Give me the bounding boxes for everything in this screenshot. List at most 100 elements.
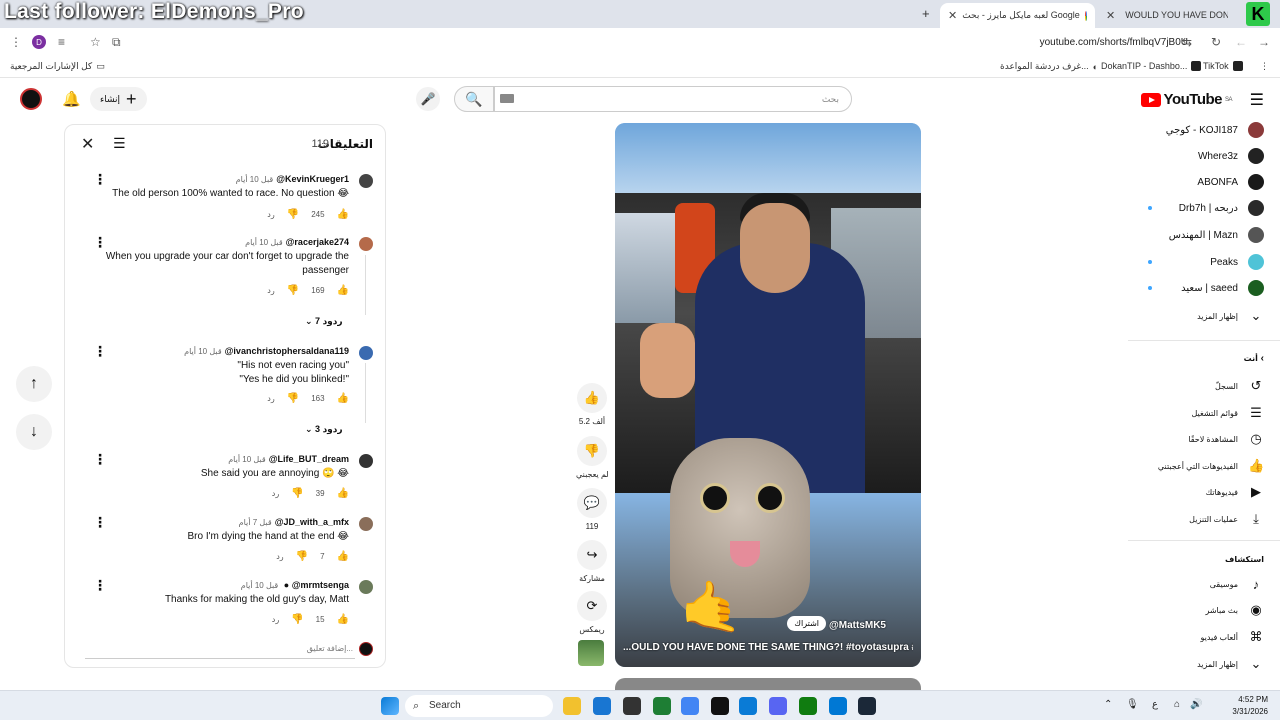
sidebar-item[interactable]: السجلّ ↺ (1215, 376, 1264, 396)
bookmark-tiktok[interactable]: TikTok (1203, 61, 1243, 71)
previous-short-button[interactable]: ↑ (16, 366, 52, 402)
dislike-icon[interactable]: 👎 (577, 436, 607, 466)
more-options-icon[interactable]: ⋮ (93, 171, 107, 188)
url-text[interactable]: youtube.com/shorts/fmlbqV7jB0U (1040, 37, 1188, 48)
clock[interactable]: 4:52 PM 3/31/2026 (1232, 694, 1268, 718)
bookmark-dating-rooms[interactable]: غرف دردشة المواعدة... ◐ (1000, 61, 1098, 72)
subscription-item[interactable]: Drb7h | دربحه (1179, 198, 1264, 218)
account-avatar[interactable] (20, 88, 42, 110)
reply-button[interactable]: رد (267, 394, 274, 403)
dislike-icon[interactable]: 👎 (291, 614, 303, 625)
network-icon[interactable]: ⌂ (1174, 699, 1180, 710)
close-tab-icon[interactable]: ✕ (1106, 9, 1115, 22)
language-icon[interactable]: ع (1152, 699, 1158, 710)
dislike-icon[interactable]: 👎 (296, 551, 308, 562)
tab-youtube[interactable]: ✕ WOULD YOU HAVE DONE (1098, 4, 1228, 26)
forward-icon[interactable]: ← (1235, 35, 1247, 49)
reading-list-icon[interactable]: ≡ (58, 35, 65, 49)
site-settings-icon[interactable]: ⇆ (1182, 35, 1192, 49)
reply-button[interactable]: رد (267, 210, 274, 219)
edge-icon[interactable] (739, 697, 757, 715)
reply-button[interactable]: رد (272, 615, 279, 624)
kick-app-icon[interactable]: K (1246, 2, 1270, 26)
remix-icon[interactable]: ⟳ (577, 591, 607, 621)
comment-author[interactable]: قبل 10 أيام @Life_BUT_dream (228, 454, 349, 464)
profile-avatar[interactable]: D (32, 35, 46, 49)
comment-author[interactable]: قبل 10 أيام @ivanchristophersaldana119 (184, 346, 349, 356)
subscription-item[interactable]: سعيد | saeed (1181, 278, 1264, 298)
video-title[interactable]: ...OULD YOU HAVE DONE THE SAME THING?! #… (623, 642, 913, 653)
tab-google-search[interactable]: ✕ لعبه مايكل مايرز - بحث Google (940, 3, 1095, 28)
search-input[interactable]: بحث (494, 86, 852, 112)
comment-avatar[interactable] (359, 580, 373, 594)
like-icon[interactable]: 👍 (577, 383, 607, 413)
like-icon[interactable]: 👍 (337, 551, 349, 562)
create-button[interactable]: إنشاء + (90, 87, 147, 111)
subscription-item[interactable]: المهندس | Mazn (1169, 225, 1264, 245)
hamburger-menu-icon[interactable]: ☰ (1250, 90, 1264, 110)
like-icon[interactable]: 👍 (337, 209, 349, 220)
all-bookmarks-folder[interactable]: كل الإشارات المرجعية ▭ (10, 61, 105, 72)
next-video-preview[interactable] (615, 678, 921, 690)
app-green-icon[interactable] (653, 697, 671, 715)
sidebar-item[interactable]: عمليات التنزيل ⤓ (1189, 509, 1264, 529)
sidebar-item[interactable]: بث مباشر ◉ (1205, 600, 1264, 620)
volume-icon[interactable]: 🔊 (1190, 699, 1202, 710)
subscription-item[interactable]: ABONFA (1197, 172, 1264, 192)
comment-avatar[interactable] (359, 237, 373, 251)
install-app-icon[interactable]: ⧉ (112, 35, 121, 50)
more-options-icon[interactable]: ⋮ (93, 343, 107, 360)
voice-search-mic-icon[interactable]: 🎤 (416, 87, 440, 111)
like-action[interactable]: 👍 5.2 ألف (576, 383, 608, 426)
like-icon[interactable]: 👍 (337, 488, 349, 499)
notifications-bell-icon[interactable]: 🔔 (62, 90, 81, 108)
comment-avatar[interactable] (359, 454, 373, 468)
sidebar-item[interactable]: ألعاب فيديو ⌘ (1200, 627, 1264, 647)
remix-action[interactable]: ⟳ ريمكس (576, 591, 608, 634)
like-icon[interactable]: 👍 (337, 393, 349, 404)
sidebar-item[interactable]: موسيقى ♪ (1210, 574, 1264, 594)
comments-action[interactable]: 💬 119 (576, 488, 608, 531)
keyboard-icon[interactable] (500, 94, 514, 103)
chevron-up-icon[interactable]: ⌃ (1104, 699, 1112, 710)
comment-icon[interactable]: 💬 (577, 488, 607, 518)
subscription-item[interactable]: Where3z (1198, 146, 1264, 166)
like-icon[interactable]: 👍 (337, 285, 349, 296)
view-replies-button[interactable]: ⌄ 7 ردود (305, 316, 343, 327)
subscribe-button[interactable]: اشتراك (787, 616, 826, 631)
sidebar-item[interactable]: فيديوهاتك ▶ (1206, 482, 1264, 502)
reply-button[interactable]: رد (276, 552, 283, 561)
channel-name[interactable]: @MattsMK5 (829, 620, 886, 631)
more-bookmarks-icon[interactable]: ⋮ (1260, 61, 1269, 72)
back-icon[interactable]: → (1258, 35, 1270, 49)
app-black-icon[interactable] (711, 697, 729, 715)
explore-show-more[interactable]: إظهار المزيد ⌄ (1197, 654, 1264, 674)
new-tab-icon[interactable]: + (922, 6, 930, 21)
sidebar-item[interactable]: قوائم التشغيل ☰ (1192, 403, 1265, 423)
app-dark-icon[interactable] (623, 697, 641, 715)
subscriptions-show-more[interactable]: إظهار المزيد ⌄ (1197, 306, 1264, 326)
close-tab-icon[interactable]: ✕ (948, 9, 957, 22)
dislike-icon[interactable]: 👎 (287, 209, 299, 220)
sidebar-item[interactable]: المشاهدة لاحقًا ◷ (1188, 429, 1264, 449)
sort-icon[interactable]: ☰ (113, 135, 126, 152)
comment-author[interactable]: قبل 7 أيام @JD_with_a_mfx (239, 517, 349, 527)
reload-icon[interactable]: ↻ (1211, 35, 1221, 49)
add-comment-input[interactable]: إضافة تعليق... (85, 639, 355, 659)
dislike-icon[interactable]: 👎 (287, 393, 299, 404)
sound-thumbnail[interactable] (578, 640, 604, 666)
comment-avatar[interactable] (359, 346, 373, 360)
comment-author[interactable]: قبل 10 أيام @KevinKrueger1 (236, 174, 349, 184)
view-replies-button[interactable]: ⌄ 3 ردود (305, 424, 343, 435)
like-icon[interactable]: 👍 (337, 614, 349, 625)
subscription-item[interactable]: Peaks (1210, 252, 1264, 272)
discord-icon[interactable] (769, 697, 787, 715)
youtube-logo[interactable]: YouTube SA (1140, 91, 1233, 108)
menu-dots-icon[interactable]: ⋮ (10, 35, 22, 49)
more-options-icon[interactable]: ⋮ (93, 451, 107, 468)
more-options-icon[interactable]: ⋮ (93, 234, 107, 251)
comment-avatar[interactable] (359, 517, 373, 531)
mic-icon[interactable]: 🎙 (1126, 699, 1139, 710)
chrome-icon[interactable] (681, 697, 699, 715)
comment-author[interactable]: قبل 10 أيام @racerjake274 (245, 237, 349, 247)
